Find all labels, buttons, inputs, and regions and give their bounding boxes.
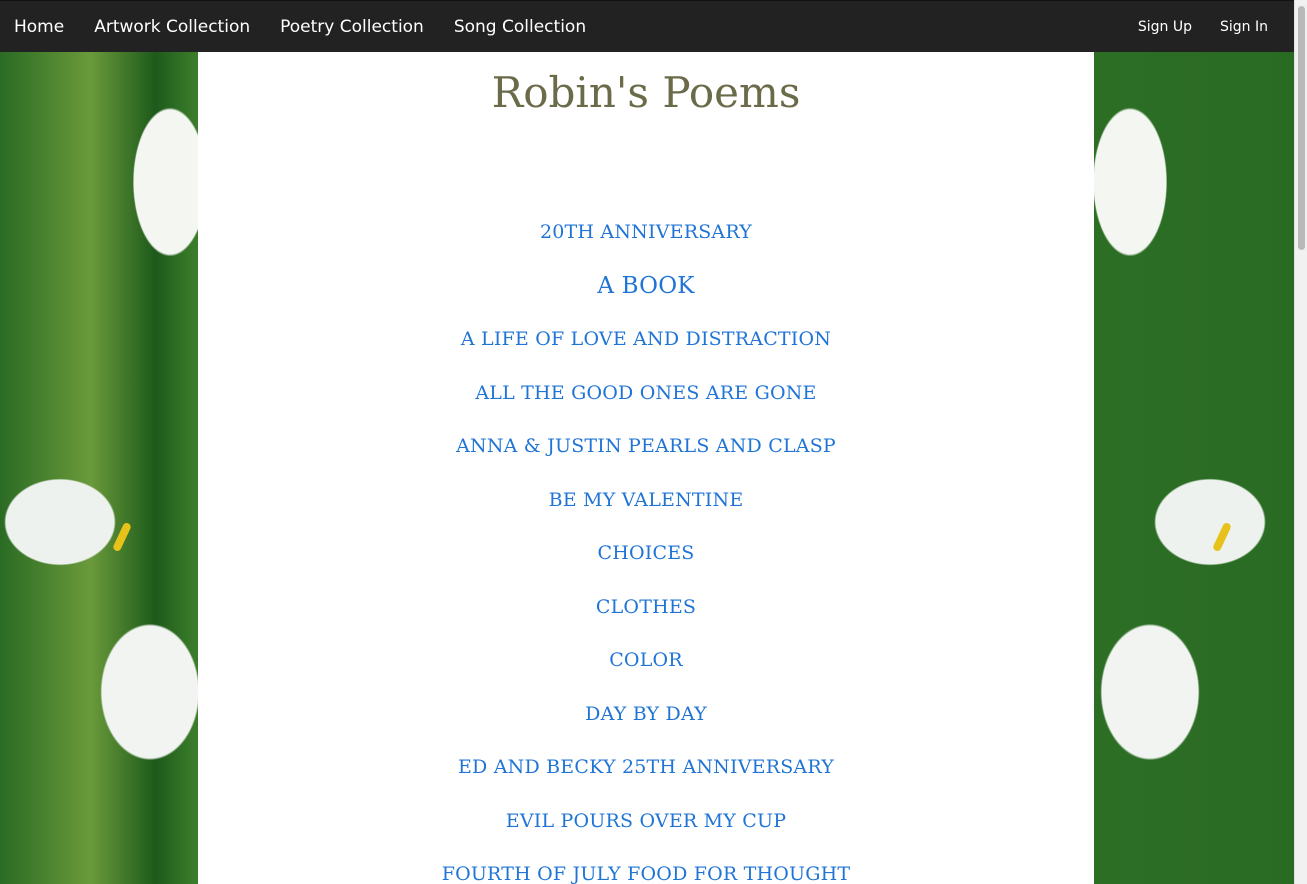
nav-home-link[interactable]: Home [0, 1, 79, 53]
sign-up-link[interactable]: Sign Up [1124, 1, 1206, 53]
list-item: BE MY VALENTINE [198, 487, 1094, 541]
poem-link[interactable]: DAY BY DAY [585, 701, 707, 727]
top-navbar: Home Artwork Collection Poetry Collectio… [0, 0, 1294, 52]
list-item: A BOOK [198, 273, 1094, 327]
poem-list: 20TH ANNIVERSARY A BOOK A LIFE OF LOVE A… [198, 219, 1094, 884]
list-item: CLOTHES [198, 594, 1094, 648]
page-scrollbar[interactable] [1294, 0, 1307, 884]
list-item: ED AND BECKY 25TH ANNIVERSARY [198, 754, 1094, 808]
content-panel: Robin's Poems 20TH ANNIVERSARY A BOOK A … [198, 52, 1094, 884]
list-item: CHOICES [198, 540, 1094, 594]
list-item: DAY BY DAY [198, 701, 1094, 755]
scrollbar-thumb[interactable] [1298, 6, 1305, 250]
sign-in-link[interactable]: Sign In [1206, 1, 1282, 53]
poem-link[interactable]: ANNA & JUSTIN PEARLS AND CLASP [456, 433, 836, 459]
poem-link[interactable]: A BOOK [597, 273, 694, 299]
nav-right-links: Sign Up Sign In [1124, 1, 1282, 53]
poem-link[interactable]: CHOICES [597, 540, 694, 566]
nav-poetry-collection-link[interactable]: Poetry Collection [265, 1, 439, 53]
list-item: A LIFE OF LOVE AND DISTRACTION [198, 326, 1094, 380]
list-item: COLOR [198, 647, 1094, 701]
lily-stamen [112, 521, 132, 553]
poem-link[interactable]: ALL THE GOOD ONES ARE GONE [475, 380, 816, 406]
poem-link[interactable]: BE MY VALENTINE [549, 487, 744, 513]
list-item: FOURTH OF JULY FOOD FOR THOUGHT [198, 861, 1094, 884]
poem-link[interactable]: EVIL POURS OVER MY CUP [506, 808, 786, 834]
nav-song-collection-link[interactable]: Song Collection [439, 1, 601, 53]
list-item: ALL THE GOOD ONES ARE GONE [198, 380, 1094, 434]
poem-link[interactable]: 20TH ANNIVERSARY [540, 219, 752, 245]
list-item: ANNA & JUSTIN PEARLS AND CLASP [198, 433, 1094, 487]
list-item: EVIL POURS OVER MY CUP [198, 808, 1094, 862]
list-item: 20TH ANNIVERSARY [198, 219, 1094, 273]
poem-link[interactable]: ED AND BECKY 25TH ANNIVERSARY [458, 754, 834, 780]
nav-left-links: Home Artwork Collection Poetry Collectio… [0, 1, 601, 53]
poem-link[interactable]: A LIFE OF LOVE AND DISTRACTION [461, 326, 831, 352]
lily-stamen [1212, 521, 1232, 553]
poem-link[interactable]: CLOTHES [596, 594, 696, 620]
page-title: Robin's Poems [491, 68, 801, 117]
nav-artwork-collection-link[interactable]: Artwork Collection [79, 1, 265, 53]
poem-link[interactable]: COLOR [609, 647, 683, 673]
poem-link[interactable]: FOURTH OF JULY FOOD FOR THOUGHT [442, 861, 851, 884]
